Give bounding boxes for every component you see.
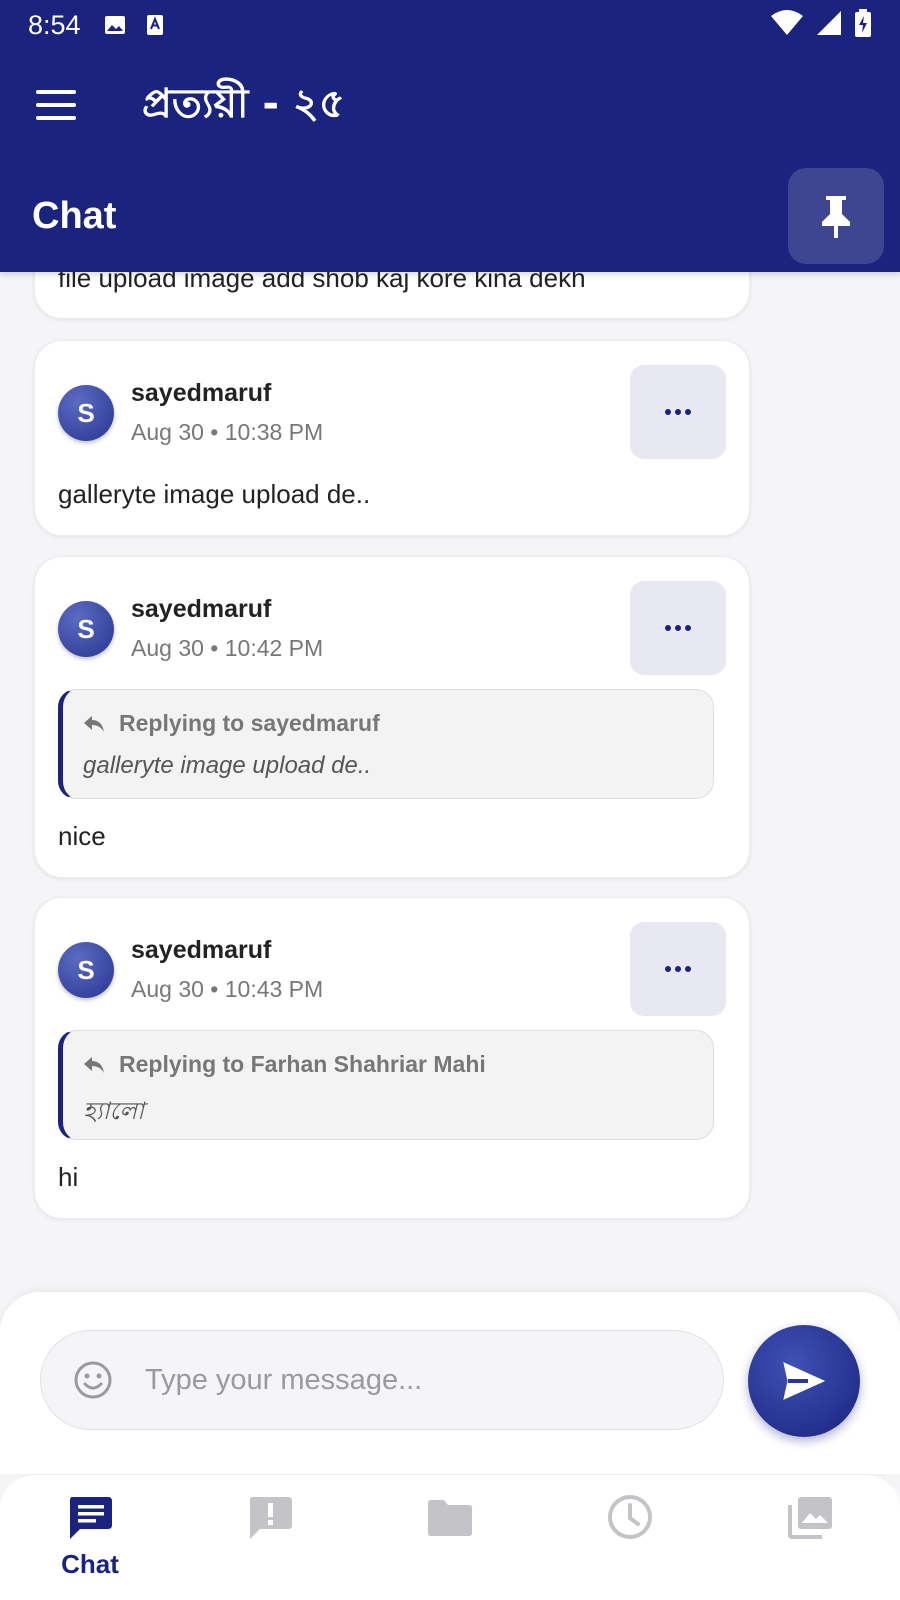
message-text: file upload image add shob kaj kore kina… <box>58 272 586 293</box>
reply-quote: galleryte image upload de.. <box>83 752 372 779</box>
more-options-button[interactable] <box>630 365 726 459</box>
message-card: file upload image add shob kaj kore kina… <box>34 272 750 319</box>
chat-icon <box>70 1497 112 1539</box>
reply-target: Replying to sayedmaruf <box>119 710 380 736</box>
section-header: Chat <box>0 160 900 272</box>
section-title: Chat <box>32 194 117 237</box>
signal-icon <box>816 10 842 41</box>
wifi-icon <box>770 9 804 41</box>
nav-chat-label: Chat <box>61 1549 119 1579</box>
nav-gallery[interactable] <box>750 1493 870 1541</box>
reply-quote: হ্যালো <box>83 1098 145 1125</box>
nav-files[interactable] <box>390 1493 510 1541</box>
message-composer <box>0 1292 900 1474</box>
reply-preview[interactable]: Replying to Farhan Shahriar Mahi হ্যালো <box>58 1030 714 1140</box>
message-card: S sayedmaruf Aug 30 • 10:38 PM galleryte… <box>34 340 750 536</box>
pin-button[interactable] <box>788 168 884 264</box>
message-timestamp: Aug 30 • 10:42 PM <box>131 635 324 661</box>
avatar: S <box>58 385 114 441</box>
app-title: প্রত্যয়ী - ২৫ <box>142 80 345 127</box>
more-options-button[interactable] <box>630 581 726 675</box>
status-bar: 8:54 <box>0 0 900 50</box>
reply-target: Replying to Farhan Shahriar Mahi <box>119 1051 486 1077</box>
message-username: sayedmaruf <box>131 936 272 964</box>
status-time: 8:54 <box>28 9 81 40</box>
bottom-navigation: Chat <box>0 1474 900 1600</box>
hamburger-menu-icon[interactable] <box>36 90 76 120</box>
pin-icon <box>822 196 850 238</box>
emoji-icon[interactable] <box>73 1360 113 1400</box>
message-card: S sayedmaruf Aug 30 • 10:42 PM Replying … <box>34 556 750 878</box>
avatar: S <box>58 601 114 657</box>
message-timestamp: Aug 30 • 10:43 PM <box>131 976 324 1002</box>
nav-reports[interactable] <box>210 1493 330 1541</box>
message-text: hi <box>58 1162 79 1192</box>
clock-icon <box>608 1495 652 1539</box>
reply-icon <box>84 715 104 732</box>
message-text: galleryte image upload de.. <box>58 479 371 509</box>
image-notification-icon <box>103 13 127 37</box>
message-username: sayedmaruf <box>131 595 272 623</box>
nav-history[interactable] <box>570 1493 690 1541</box>
message-input-container <box>40 1330 724 1430</box>
message-username: sayedmaruf <box>131 379 272 407</box>
nav-chat[interactable]: Chat <box>30 1493 150 1580</box>
reply-icon <box>84 1056 104 1073</box>
message-list[interactable]: file upload image add shob kaj kore kina… <box>0 272 900 1292</box>
message-text: nice <box>58 821 106 851</box>
reply-preview[interactable]: Replying to sayedmaruf galleryte image u… <box>58 689 714 799</box>
battery-icon <box>854 8 872 42</box>
gallery-icon <box>788 1497 832 1539</box>
avatar: S <box>58 942 114 998</box>
report-icon <box>250 1497 292 1539</box>
more-options-button[interactable] <box>630 922 726 1016</box>
message-input[interactable] <box>145 1363 665 1397</box>
folder-icon <box>428 1500 472 1536</box>
message-card: S sayedmaruf Aug 30 • 10:43 PM Replying … <box>34 897 750 1219</box>
send-icon <box>783 1362 826 1400</box>
text-notification-icon <box>143 13 167 37</box>
message-timestamp: Aug 30 • 10:38 PM <box>131 419 324 445</box>
send-button[interactable] <box>748 1325 860 1437</box>
app-bar: প্রত্যয়ী - ২৫ <box>0 50 900 160</box>
